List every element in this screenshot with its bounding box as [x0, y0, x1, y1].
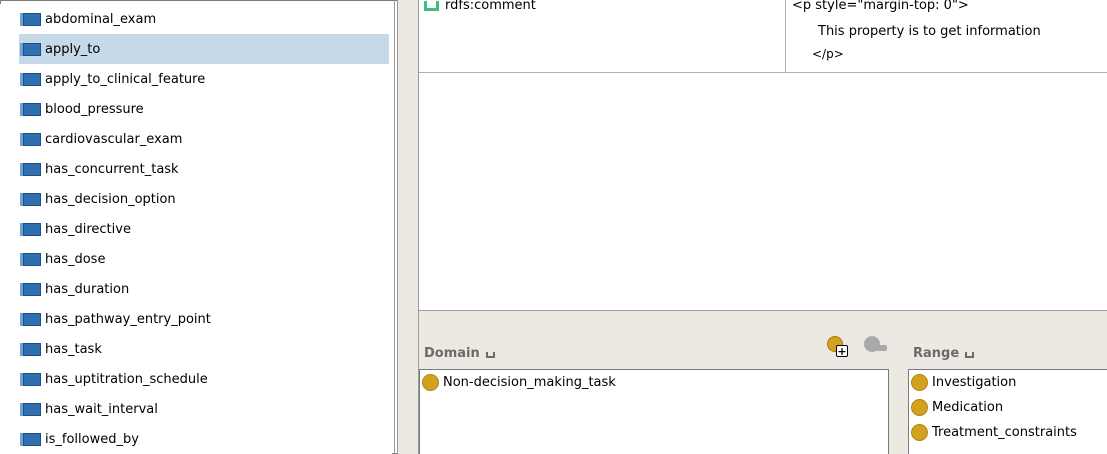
list-item-abdominal-exam[interactable]: abdominal_exam [19, 4, 389, 34]
annotations-table: rdfs:comment <p style="margin-top: 0"> T… [419, 0, 1107, 311]
domain-item[interactable]: Non-decision_making_task [422, 371, 616, 393]
list-item-has-pathway-entry-point[interactable]: has_pathway_entry_point [19, 304, 389, 334]
domain-list[interactable]: Non-decision_making_task [419, 369, 889, 454]
list-item-label: has_pathway_entry_point [45, 311, 211, 327]
annotation-value-line[interactable]: <p style="margin-top: 0"> [792, 0, 969, 13]
list-item-apply-to[interactable]: apply_to [19, 34, 389, 64]
list-item-label: has_duration [45, 281, 130, 297]
object-property-icon [20, 282, 41, 296]
annotation-property[interactable]: rdfs:comment [445, 0, 536, 13]
list-item-label: has_concurrent_task [45, 161, 179, 177]
panel-options-icon[interactable] [485, 352, 495, 358]
class-icon [911, 423, 928, 441]
list-item-is-followed-by[interactable]: is_followed_by [19, 424, 389, 454]
splitter-handle[interactable] [398, 0, 418, 454]
minus-icon [873, 345, 887, 351]
domain-range-panel: Domain + Range Non-decision_making_task … [419, 311, 1107, 454]
class-icon [422, 373, 439, 391]
object-property-icon [20, 162, 41, 176]
range-item[interactable]: Treatment_constraints [911, 421, 1077, 443]
column-divider [785, 0, 786, 72]
list-item-cardiovascular-exam[interactable]: cardiovascular_exam [19, 124, 389, 154]
list-item-label: has_directive [45, 221, 131, 237]
range-list[interactable]: Investigation Medication Treatment_const… [908, 369, 1107, 454]
list-item-label: abdominal_exam [45, 11, 157, 27]
add-class-button[interactable]: + [827, 336, 849, 360]
list-item-has-task[interactable]: has_task [19, 334, 389, 364]
list-item-label: is_followed_by [45, 431, 139, 447]
list-item-label: apply_to_clinical_feature [45, 71, 206, 87]
panel-options-icon[interactable] [965, 352, 975, 358]
list-item-blood-pressure[interactable]: blood_pressure [19, 94, 389, 124]
row-divider [419, 72, 1107, 73]
property-list[interactable]: abdominal_exam apply_to apply_to_clinica… [0, 4, 392, 454]
list-item-label: has_task [45, 341, 102, 357]
domain-title-text: Domain [424, 346, 480, 361]
list-item-label: cardiovascular_exam [45, 131, 183, 147]
list-item-has-uptitration-schedule[interactable]: has_uptitration_schedule [19, 364, 389, 394]
class-icon [911, 373, 928, 391]
list-item-has-concurrent-task[interactable]: has_concurrent_task [19, 154, 389, 184]
range-item[interactable]: Medication [911, 396, 1003, 418]
domain-title: Domain [424, 346, 495, 361]
range-title: Range [913, 346, 975, 361]
object-property-icon [20, 252, 41, 266]
object-property-icon [20, 372, 41, 386]
object-property-icon [20, 342, 41, 356]
list-item-apply-to-clinical-feature[interactable]: apply_to_clinical_feature [19, 64, 389, 94]
list-item-label: has_wait_interval [45, 401, 158, 417]
object-property-icon [20, 192, 41, 206]
class-icon [911, 398, 928, 416]
object-property-icon [20, 42, 41, 56]
object-property-icon [20, 402, 41, 416]
object-property-icon [20, 132, 41, 146]
object-property-icon [20, 12, 41, 26]
list-item-label: has_dose [45, 251, 106, 267]
annotation-value-line[interactable]: </p> [812, 47, 844, 61]
list-item-has-dose[interactable]: has_dose [19, 244, 389, 274]
domain-item-label: Non-decision_making_task [443, 374, 616, 390]
plus-icon: + [836, 345, 848, 358]
range-item-label: Medication [932, 399, 1004, 415]
list-item-label: has_uptitration_schedule [45, 371, 208, 387]
object-property-icon [20, 72, 41, 86]
object-property-icon [20, 312, 41, 326]
range-item-label: Investigation [932, 374, 1017, 390]
list-item-has-decision-option[interactable]: has_decision_option [19, 184, 389, 214]
range-title-text: Range [913, 346, 960, 361]
object-property-icon [20, 102, 41, 116]
annotation-value-line[interactable]: This property is to get information [818, 24, 1041, 39]
splitter-line [394, 0, 395, 454]
annotation-property-icon [424, 1, 439, 11]
object-property-icon [20, 222, 41, 236]
range-item-label: Treatment_constraints [932, 424, 1077, 440]
list-item-label: blood_pressure [45, 101, 144, 117]
list-item-has-wait-interval[interactable]: has_wait_interval [19, 394, 389, 424]
range-item[interactable]: Investigation [911, 371, 1016, 393]
list-item-label: apply_to [45, 41, 101, 57]
list-item-has-duration[interactable]: has_duration [19, 274, 389, 304]
list-item-label: has_decision_option [45, 191, 176, 207]
remove-class-button[interactable] [864, 336, 888, 356]
object-property-icon [20, 432, 41, 446]
list-item-has-directive[interactable]: has_directive [19, 214, 389, 244]
